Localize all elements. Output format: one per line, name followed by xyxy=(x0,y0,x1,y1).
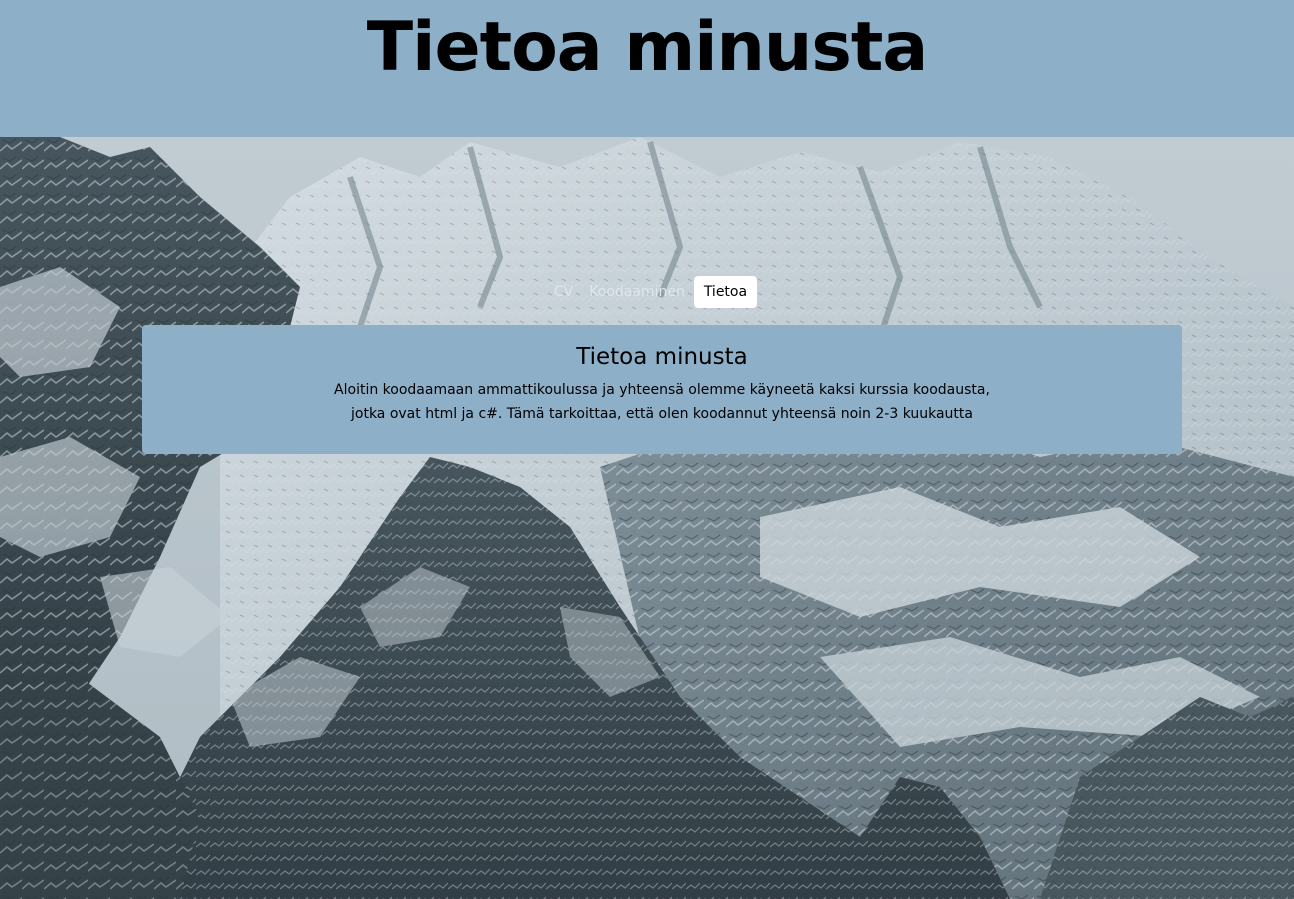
site-header: Tietoa minusta xyxy=(0,0,1294,137)
nav-link-cv[interactable]: CV xyxy=(547,276,580,308)
main-nav: CV Koodaaminen Tietoa xyxy=(0,276,1294,308)
nav-link-koodaaminen[interactable]: Koodaaminen xyxy=(582,276,692,308)
about-card-text: Aloitin koodaamaan ammattikoulussa ja yh… xyxy=(334,382,990,422)
nav-link-tietoa[interactable]: Tietoa xyxy=(693,276,758,308)
page-title: Tietoa minusta xyxy=(366,8,928,87)
mountain-background-image xyxy=(0,137,1294,899)
about-card-title: Tietoa minusta xyxy=(576,344,748,370)
about-card: Tietoa minusta Aloitin koodaamaan ammatt… xyxy=(142,325,1182,454)
page: Tietoa minusta CV Koodaaminen Tietoa Tie… xyxy=(0,0,1294,899)
